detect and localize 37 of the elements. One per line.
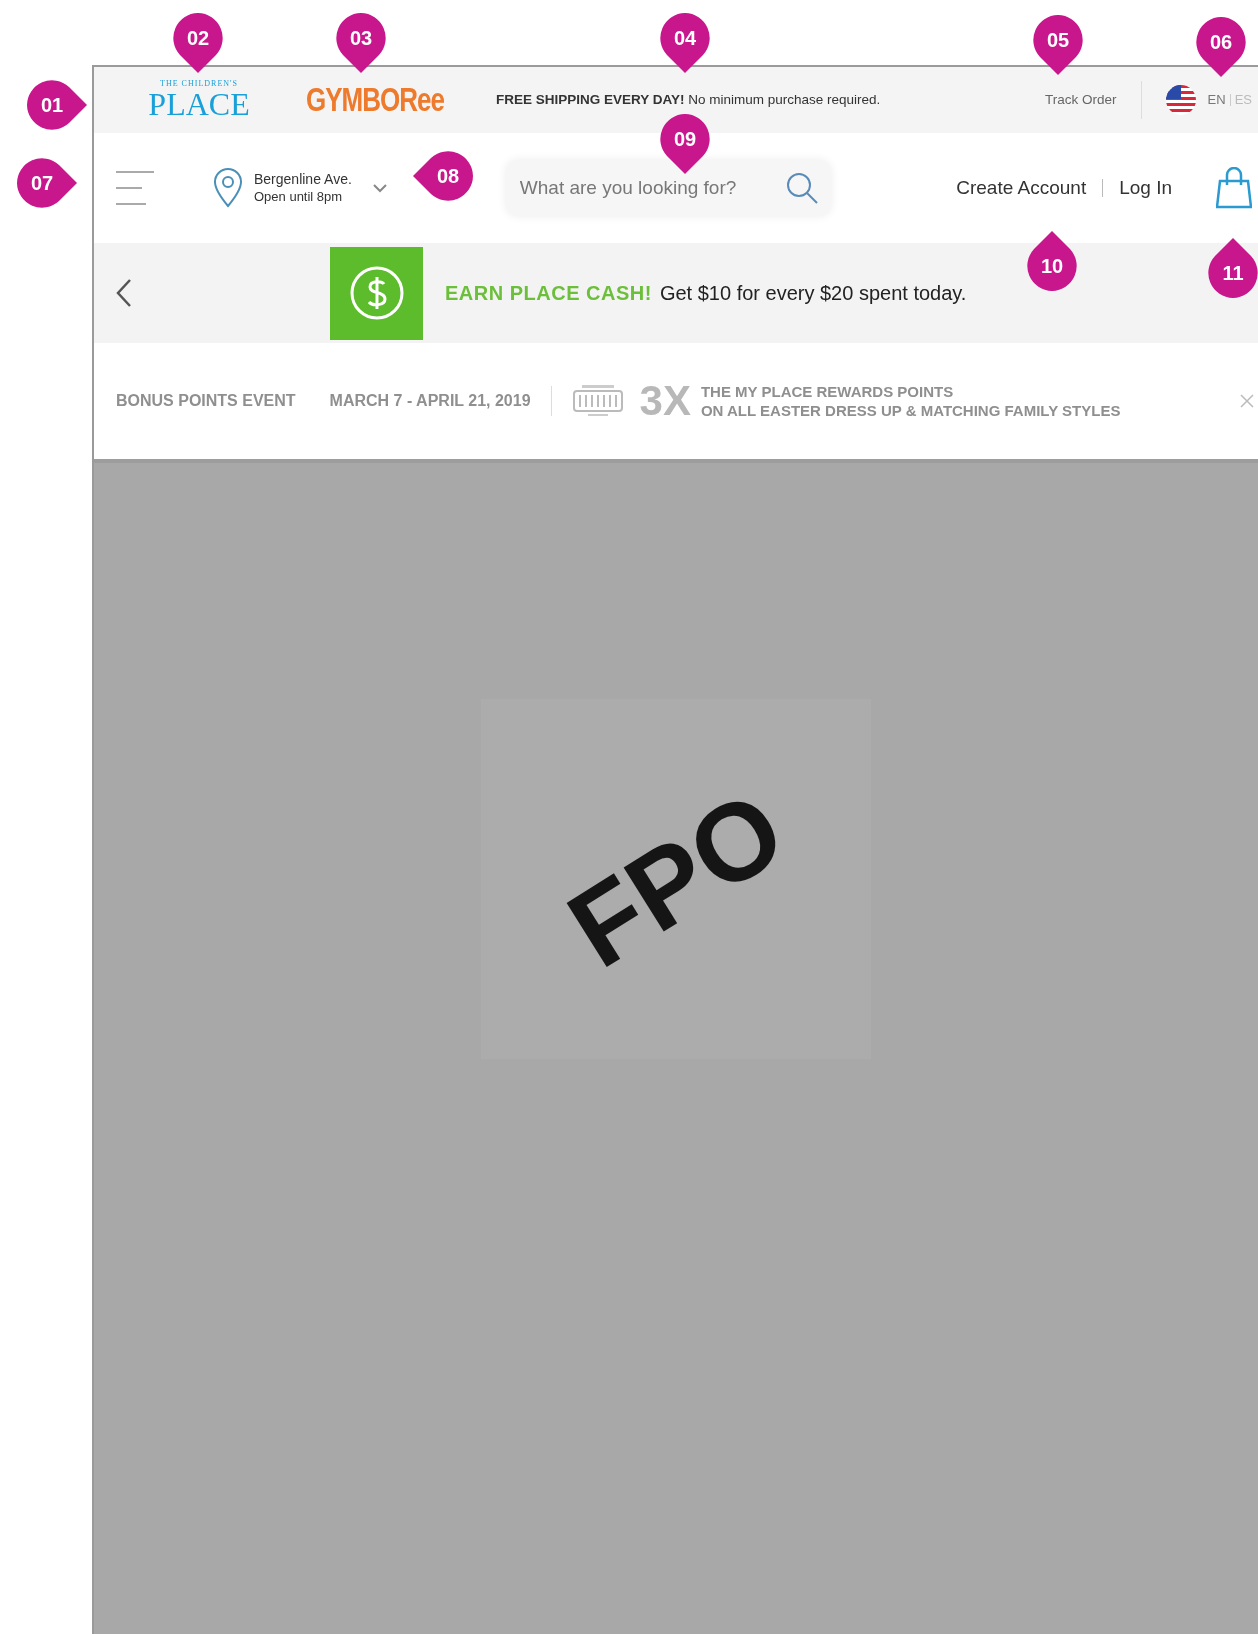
callout-marker: 05 [1033, 15, 1083, 75]
points-multiplier: 3X [639, 380, 691, 422]
callout-marker: 11 [1208, 238, 1258, 298]
menu-icon[interactable] [116, 171, 154, 205]
chevron-left-icon[interactable] [114, 277, 134, 309]
placeholder-label: FPO [546, 765, 806, 993]
event-title: BONUS POINTS EVENT [116, 391, 296, 411]
shopping-bag-icon[interactable] [1216, 167, 1252, 209]
close-icon[interactable] [1240, 394, 1254, 408]
callout-marker: 04 [660, 13, 710, 73]
callout-marker: 09 [660, 114, 710, 174]
callout-marker: 03 [336, 13, 386, 73]
shipping-message: FREE SHIPPING EVERY DAY! No minimum purchase required. [495, 90, 881, 109]
rewards-logo-icon [571, 383, 624, 419]
promo-line: ON ALL EASTER DRESS UP & MATCHING FAMILY STYLES [700, 401, 1121, 420]
search-field[interactable]: What are you looking for? [505, 160, 831, 216]
store-selector[interactable]: Bergenline Ave. Open until 8pm [212, 168, 388, 208]
track-order-link[interactable]: Track Order [1045, 89, 1117, 111]
search-icon[interactable] [784, 171, 819, 205]
callout-marker: 01 [27, 80, 87, 130]
callout-marker: 08 [413, 151, 473, 201]
callout-marker: 06 [1196, 17, 1246, 77]
callout-marker: 10 [1027, 231, 1077, 291]
language-option[interactable]: EN [1207, 90, 1226, 110]
callout-marker: 02 [173, 13, 223, 73]
us-flag-icon [1165, 85, 1196, 115]
event-dates: MARCH 7 - APRIL 21, 2019 [329, 391, 531, 411]
promo-text: Get $10 for every $20 spent today. [659, 281, 967, 306]
account-link[interactable]: Log In [1119, 173, 1172, 203]
dollar-icon [330, 246, 423, 340]
callout-marker: 07 [17, 158, 77, 208]
chevron-down-icon [371, 183, 388, 193]
brand-logo[interactable]: THE CHILDREN'S PLACE [144, 80, 254, 120]
location-pin-icon [212, 168, 244, 208]
promo-headline: EARN PLACE CASH! [445, 281, 652, 306]
promo-line: THE MY PLACE REWARDS POINTS [700, 382, 955, 401]
account-link[interactable]: Create Account [956, 173, 1087, 203]
